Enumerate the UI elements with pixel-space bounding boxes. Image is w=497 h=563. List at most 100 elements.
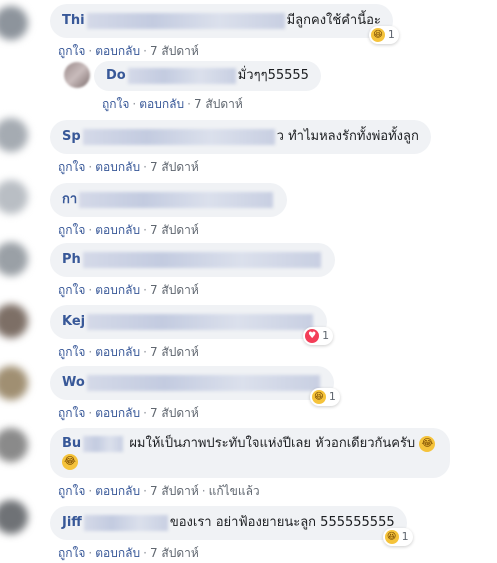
haha-icon: 😆 bbox=[370, 28, 385, 42]
commenter-name[interactable]: Do bbox=[106, 68, 126, 83]
redacted-text bbox=[82, 251, 321, 268]
reaction-badge[interactable]: 😆 1 bbox=[368, 26, 399, 44]
comment-bubble: Wo 😆 1 bbox=[50, 366, 340, 406]
blurred-left-edge bbox=[0, 0, 40, 563]
avatar bbox=[0, 500, 28, 534]
reaction-badge[interactable]: 😆 1 bbox=[309, 388, 340, 406]
reaction-count: 1 bbox=[387, 28, 395, 41]
reaction-count: 1 bbox=[401, 530, 409, 543]
comment-actions: ถูกใจ · ตอบกลับ · 7 สัปดาห์ bbox=[58, 160, 199, 174]
redacted-text bbox=[127, 67, 236, 84]
comment-actions: ถูกใจ · ตอบกลับ · 7 สัปดาห์ bbox=[102, 97, 243, 111]
commenter-name[interactable]: Thi bbox=[62, 13, 85, 28]
avatar bbox=[0, 180, 28, 214]
reply-link[interactable]: ตอบกลับ bbox=[139, 97, 184, 111]
comment-bubble: Do มั่วๆๆ55555 bbox=[94, 61, 321, 91]
like-link[interactable]: ถูกใจ bbox=[58, 223, 85, 237]
redacted-text bbox=[82, 128, 275, 145]
comment: Jiff ของเรา อย่าฟ้องยายนะลูก 555555555 😆 … bbox=[50, 506, 413, 563]
reply-link[interactable]: ตอบกลับ bbox=[95, 546, 140, 560]
comment: Ph ถูกใจ · ตอบกลับ · 7 สัปดาห์ bbox=[50, 243, 335, 300]
comment-bubble: Jiff ของเรา อย่าฟ้องยายนะลูก 555555555 😆 … bbox=[50, 506, 413, 546]
commenter-name[interactable]: Kej bbox=[62, 314, 85, 329]
reaction-badge[interactable]: 😆 1 bbox=[382, 528, 413, 546]
comment-bubble: Bu ผมให้เป็นภาพประทับใจแห่งปีเลย หัวอกเด… bbox=[50, 428, 450, 478]
avatar[interactable] bbox=[64, 62, 90, 88]
comment-text: ผมให้เป็นภาพประทับใจแห่งปีเลย หัวอกเดียว… bbox=[129, 436, 416, 451]
avatar bbox=[0, 366, 28, 400]
commenter-name[interactable]: กา bbox=[62, 192, 77, 207]
like-link[interactable]: ถูกใจ bbox=[58, 44, 85, 58]
comment-bubble: Sp ว ทำไมหลงรักทั้งพ่อทั้งลูก bbox=[50, 120, 431, 154]
timestamp[interactable]: 7 สัปดาห์ bbox=[194, 97, 243, 111]
reaction-count: 1 bbox=[328, 390, 336, 403]
redacted-text bbox=[86, 12, 285, 29]
comment: Sp ว ทำไมหลงรักทั้งพ่อทั้งลูก ถูกใจ · ตอบกล… bbox=[50, 120, 431, 177]
commenter-name[interactable]: Ph bbox=[62, 252, 81, 267]
reply-link[interactable]: ตอบกลับ bbox=[95, 160, 140, 174]
comment: Bu ผมให้เป็นภาพประทับใจแห่งปีเลย หัวอกเด… bbox=[50, 428, 450, 501]
comment-actions: ถูกใจ · ตอบกลับ · 7 สัปดาห์ bbox=[58, 223, 199, 237]
reply-link[interactable]: ตอบกลับ bbox=[95, 44, 140, 58]
avatar bbox=[0, 304, 28, 338]
reply-link[interactable]: ตอบกลับ bbox=[95, 484, 140, 498]
timestamp[interactable]: 7 สัปดาห์ bbox=[150, 546, 199, 560]
like-link[interactable]: ถูกใจ bbox=[58, 484, 85, 498]
comment-text: มีลูกคงใช้คำนี้อะ bbox=[286, 13, 381, 28]
avatar bbox=[0, 6, 28, 40]
haha-icon: 😆 bbox=[384, 530, 399, 544]
commenter-name[interactable]: Sp bbox=[62, 129, 81, 144]
comment: Kej ♥ 1 ถูกใจ · ตอบกลับ · 7 สัปดาห์ bbox=[50, 305, 334, 362]
comment: Thi มีลูกคงใช้คำนี้อะ 😆 1 ถูกใจ · ตอบกลับ · 7… bbox=[50, 4, 399, 61]
commenter-name[interactable]: Jiff bbox=[62, 515, 82, 530]
avatar bbox=[0, 118, 28, 152]
timestamp[interactable]: 7 สัปดาห์ bbox=[150, 44, 199, 58]
redacted-text bbox=[79, 191, 274, 208]
reply-link[interactable]: ตอบกลับ bbox=[95, 345, 140, 359]
commenter-name[interactable]: Wo bbox=[62, 375, 85, 390]
reply-comment: Do มั่วๆๆ55555 ถูกใจ · ตอบกลับ · 7 สัปดาห์ bbox=[64, 61, 321, 114]
timestamp[interactable]: 7 สัปดาห์ bbox=[150, 406, 199, 420]
commenter-name[interactable]: Bu bbox=[62, 436, 81, 451]
comment-actions: ถูกใจ · ตอบกลับ · 7 สัปดาห์ bbox=[58, 44, 199, 58]
timestamp[interactable]: 7 สัปดาห์ bbox=[150, 484, 199, 498]
avatar bbox=[0, 242, 28, 276]
comment-actions: ถูกใจ · ตอบกลับ · 7 สัปดาห์ · แก้ไขแล้ว bbox=[58, 484, 260, 498]
timestamp[interactable]: 7 สัปดาห์ bbox=[150, 283, 199, 297]
laughing-emoji-icon: 😂 bbox=[419, 435, 436, 452]
comment: Wo 😆 1 ถูกใจ · ตอบกลับ · 7 สัปดาห์ bbox=[50, 366, 340, 423]
like-link[interactable]: ถูกใจ bbox=[58, 283, 85, 297]
timestamp[interactable]: 7 สัปดาห์ bbox=[150, 223, 199, 237]
laughing-emoji-icon: 😂 bbox=[62, 453, 78, 470]
comment-actions: ถูกใจ · ตอบกลับ · 7 สัปดาห์ bbox=[58, 546, 199, 560]
comment-text: ของเรา อย่าฟ้องยายนะลูก 555555555 bbox=[169, 515, 395, 530]
comment-bubble: Kej ♥ 1 bbox=[50, 305, 334, 345]
timestamp[interactable]: 7 สัปดาห์ bbox=[150, 160, 199, 174]
like-link[interactable]: ถูกใจ bbox=[58, 345, 85, 359]
comment-text: มั่วๆๆ55555 bbox=[237, 68, 309, 83]
love-icon: ♥ bbox=[305, 329, 320, 343]
reaction-count: 1 bbox=[322, 329, 330, 342]
comment: กา ถูกใจ · ตอบกลับ · 7 สัปดาห์ bbox=[50, 183, 288, 240]
avatar bbox=[0, 428, 28, 462]
reply-link[interactable]: ตอบกลับ bbox=[95, 223, 140, 237]
redacted-text bbox=[87, 313, 314, 330]
haha-icon: 😆 bbox=[311, 390, 326, 404]
edited-label[interactable]: แก้ไขแล้ว bbox=[209, 484, 260, 498]
reply-link[interactable]: ตอบกลับ bbox=[95, 283, 140, 297]
like-link[interactable]: ถูกใจ bbox=[58, 160, 85, 174]
comment-bubble: Thi มีลูกคงใช้คำนี้อะ 😆 1 bbox=[50, 4, 399, 44]
comment-actions: ถูกใจ · ตอบกลับ · 7 สัปดาห์ bbox=[58, 283, 199, 297]
comment-bubble: กา bbox=[50, 183, 288, 217]
redacted-text bbox=[83, 514, 168, 531]
like-link[interactable]: ถูกใจ bbox=[58, 546, 85, 560]
reaction-badge[interactable]: ♥ 1 bbox=[303, 327, 334, 345]
comment-actions: ถูกใจ · ตอบกลับ · 7 สัปดาห์ bbox=[58, 406, 199, 420]
like-link[interactable]: ถูกใจ bbox=[58, 406, 85, 420]
timestamp[interactable]: 7 สัปดาห์ bbox=[150, 345, 199, 359]
comment-text: ว ทำไมหลงรักทั้งพ่อทั้งลูก bbox=[276, 129, 419, 144]
like-link[interactable]: ถูกใจ bbox=[102, 97, 129, 111]
redacted-text bbox=[83, 435, 124, 452]
comment-actions: ถูกใจ · ตอบกลับ · 7 สัปดาห์ bbox=[58, 345, 199, 359]
reply-link[interactable]: ตอบกลับ bbox=[95, 406, 140, 420]
